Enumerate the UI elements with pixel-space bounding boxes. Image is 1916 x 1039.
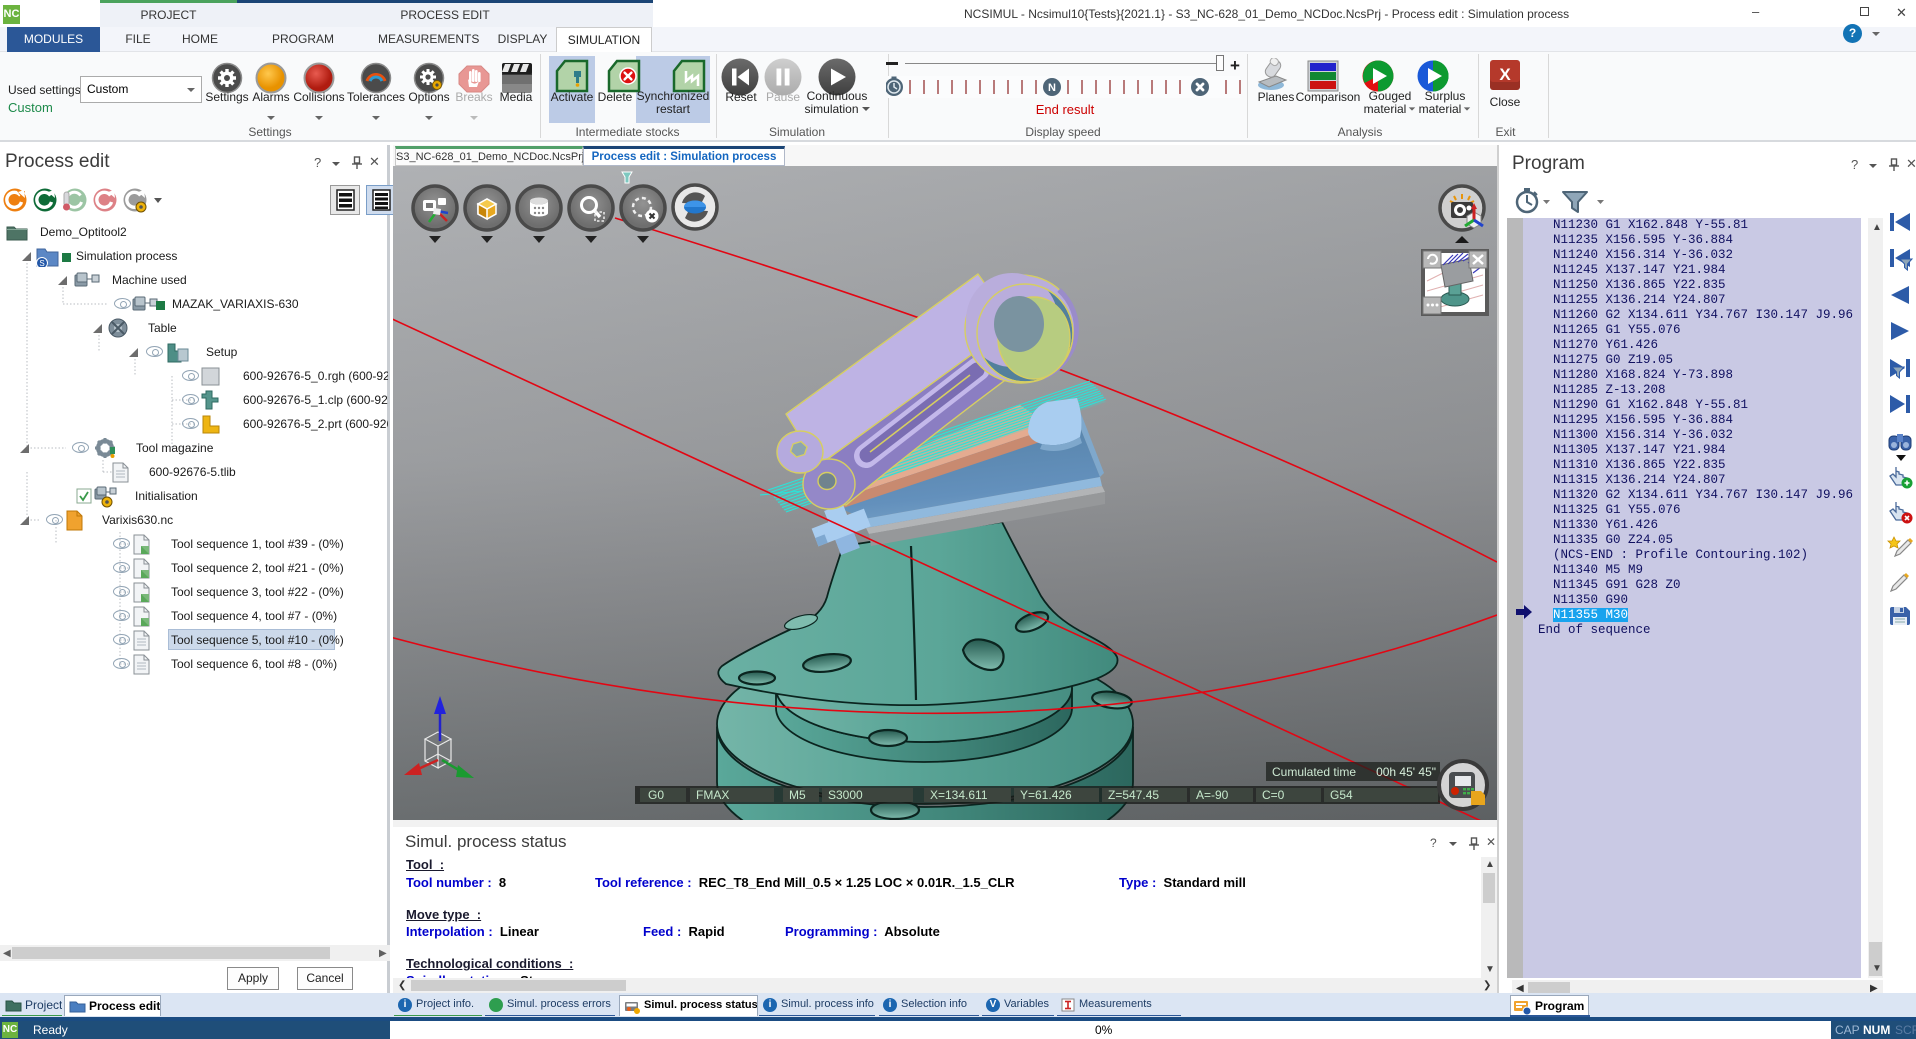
svg-text:C=0: C=0 bbox=[1262, 788, 1285, 802]
svg-text:00h 45' 45": 00h 45' 45" bbox=[1376, 765, 1436, 779]
svg-text:G54: G54 bbox=[1330, 788, 1353, 802]
svg-text:Y=61.426: Y=61.426 bbox=[1020, 788, 1072, 802]
svg-text:FMAX: FMAX bbox=[696, 788, 729, 802]
svg-text:S: S bbox=[39, 259, 44, 267]
svg-text:N: N bbox=[1048, 82, 1056, 94]
svg-text:Cumulated time: Cumulated time bbox=[1272, 765, 1356, 779]
svg-text:Z=547.45: Z=547.45 bbox=[1108, 788, 1159, 802]
svg-text:M5: M5 bbox=[789, 788, 806, 802]
svg-text:S3000: S3000 bbox=[828, 788, 863, 802]
svg-text:X=134.611: X=134.611 bbox=[930, 788, 988, 802]
svg-text:A=-90: A=-90 bbox=[1196, 788, 1229, 802]
svg-text:G0: G0 bbox=[648, 788, 664, 802]
